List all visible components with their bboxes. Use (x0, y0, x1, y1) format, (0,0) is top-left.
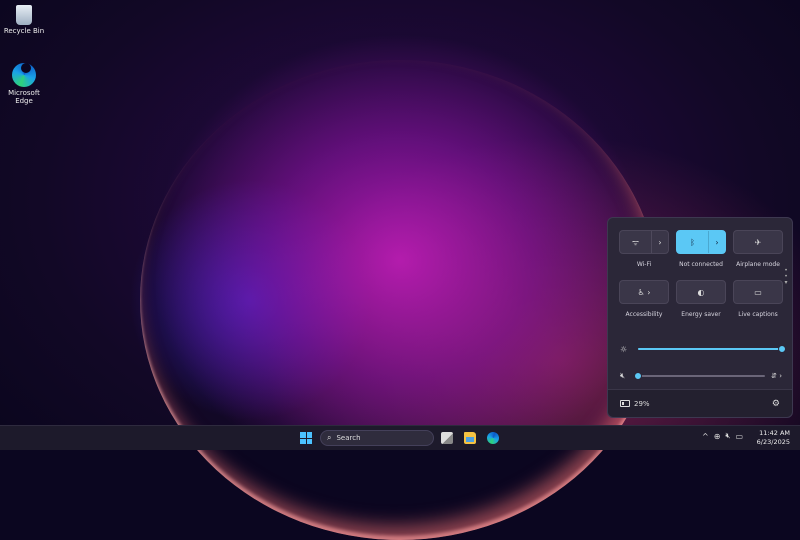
clock-date: 6/23/2025 (756, 438, 790, 446)
volume-track[interactable] (634, 372, 766, 380)
battery-tray-icon[interactable]: ▭ (735, 432, 743, 441)
task-view-icon[interactable] (441, 432, 453, 444)
desktop-icon-label: Recycle Bin (3, 27, 45, 35)
brightness-thumb[interactable] (778, 345, 786, 353)
brightness-fill (638, 348, 782, 350)
tile-bluetooth: ᛒ › Not connected (676, 230, 726, 268)
gear-icon[interactable]: ⚙ (772, 399, 780, 409)
accessibility-toggle[interactable]: ♿ › (619, 280, 669, 304)
airplane-icon: ✈ (754, 237, 762, 247)
audio-output-icon[interactable]: ⇵ › (771, 372, 782, 380)
wallpaper-bloom (140, 60, 660, 540)
brightness-slider[interactable]: ☼ (620, 344, 786, 354)
clock[interactable]: 11:42 AM 6/23/2025 (757, 429, 790, 447)
tile-airplane: ✈ Airplane mode (733, 230, 783, 268)
bluetooth-arrow-icon[interactable]: › (709, 238, 725, 247)
tile-wifi: ᯤ › Wi-Fi (619, 230, 669, 268)
quick-settings-footer: 29% ⚙ (608, 389, 792, 417)
live-captions-icon: ▭ (754, 287, 762, 297)
brightness-track[interactable] (638, 345, 786, 353)
bluetooth-icon[interactable]: ᛒ (677, 231, 709, 253)
live-captions-toggle[interactable]: ▭ (733, 280, 783, 304)
tile-label: Energy saver (681, 311, 721, 318)
system-tray: ^ ⊕ 🔇︎ ▭ (702, 431, 743, 441)
edge-icon[interactable] (487, 432, 499, 444)
quick-settings-row-2: ♿ › Accessibility ◐ Energy saver ▭ Live … (619, 280, 783, 318)
airplane-toggle[interactable]: ✈ (733, 230, 783, 254)
search-icon: ⌕ (327, 433, 332, 442)
tile-label: Not connected (679, 261, 723, 268)
tile-accessibility: ♿ › Accessibility (619, 280, 669, 318)
start-button[interactable] (300, 432, 312, 444)
desktop-icon-label: Microsoft Edge (8, 89, 40, 105)
speaker-muted-icon[interactable]: 🔇︎ (620, 371, 632, 381)
chevron-up-icon[interactable]: ^ (702, 432, 709, 441)
desktop-icon-edge[interactable]: Microsoft Edge (0, 55, 48, 105)
volume-muted-icon[interactable]: 🔇︎ (725, 431, 730, 441)
tile-label: Live captions (738, 311, 778, 318)
taskbar: ⌕ Search ^ ⊕ 🔇︎ ▭ 11:42 AM 6/23/2025 (0, 425, 800, 450)
bluetooth-toggle[interactable]: ᛒ › (676, 230, 726, 254)
accessibility-icon: ♿ › (637, 287, 651, 297)
wifi-toggle[interactable]: ᯤ › (619, 230, 669, 254)
quick-settings-row-1: ᯤ › Wi-Fi ᛒ › Not connected ✈ Airplane m… (619, 230, 783, 268)
recycle-bin-icon (16, 5, 32, 25)
quick-settings-panel: ᯤ › Wi-Fi ᛒ › Not connected ✈ Airplane m… (607, 217, 793, 418)
search-placeholder: Search (336, 434, 361, 442)
tile-energy-saver: ◐ Energy saver (676, 280, 726, 318)
edge-icon (12, 63, 36, 87)
tile-label: Accessibility (625, 311, 663, 318)
brightness-icon: ☼ (620, 344, 628, 354)
battery-percentage[interactable]: 29% (634, 400, 650, 408)
tile-label: Wi-Fi (636, 261, 652, 268)
energy-saver-toggle[interactable]: ◐ (676, 280, 726, 304)
page-dots[interactable]: • • ▾ (784, 268, 788, 286)
desktop-icon-recycle-bin[interactable]: Recycle Bin (0, 5, 48, 35)
network-icon[interactable]: ⊕ (714, 432, 721, 441)
energy-saver-icon: ◐ (697, 287, 705, 297)
tile-live-captions: ▭ Live captions (733, 280, 783, 318)
taskbar-search[interactable]: ⌕ Search (320, 430, 434, 446)
volume-thumb[interactable] (634, 372, 642, 380)
wifi-arrow-icon[interactable]: › (652, 238, 668, 247)
wifi-icon[interactable]: ᯤ (620, 231, 652, 253)
file-explorer-icon[interactable] (464, 432, 476, 444)
tile-label: Airplane mode (736, 261, 780, 268)
battery-icon (620, 400, 630, 407)
clock-time: 11:42 AM (759, 429, 790, 437)
volume-slider[interactable]: 🔇︎ ⇵ › (620, 371, 782, 381)
